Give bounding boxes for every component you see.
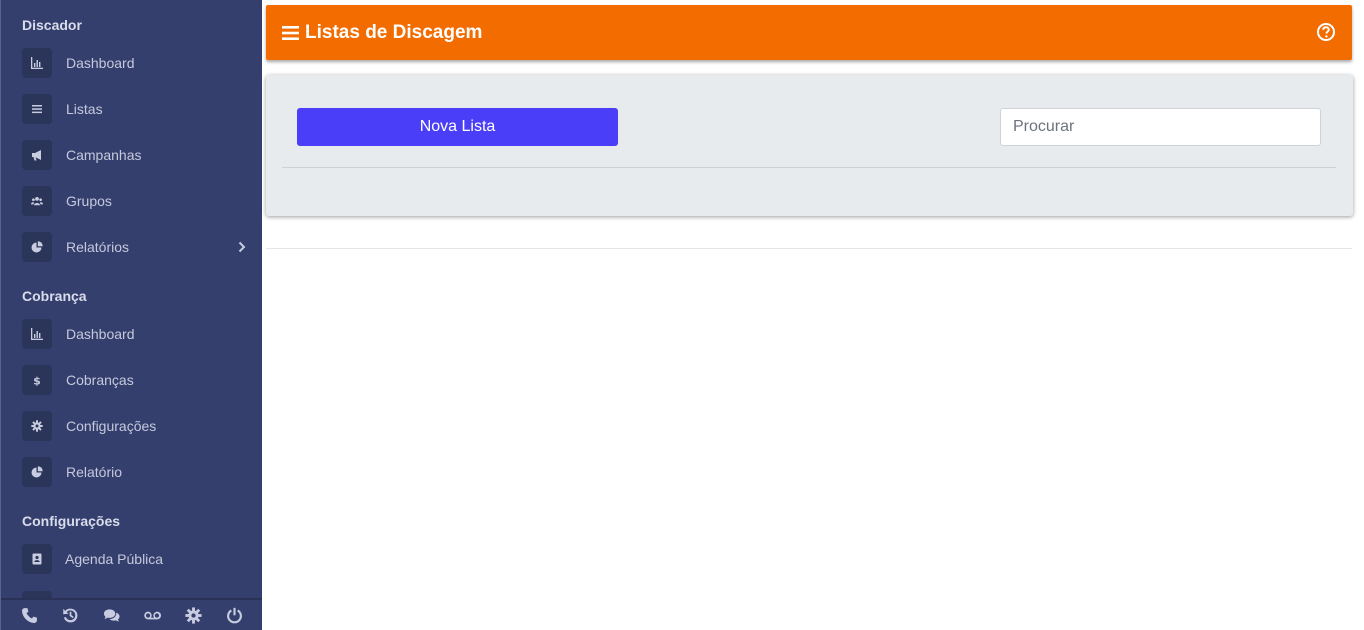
sidebar-item-configuracoes[interactable]: Configurações bbox=[22, 410, 258, 442]
phone-icon[interactable] bbox=[20, 605, 40, 625]
sidebar-item-label: Listas bbox=[66, 101, 103, 117]
sidebar-item-label: Cobranças bbox=[66, 372, 134, 388]
search-input[interactable] bbox=[1000, 108, 1321, 146]
chart-bar-icon bbox=[22, 48, 52, 78]
sidebar-item-cobrancas[interactable]: $ Cobranças bbox=[22, 364, 258, 396]
sidebar-item-relatorio[interactable]: Relatório bbox=[22, 456, 258, 488]
section-title-configuracoes: Configurações bbox=[22, 513, 121, 529]
lists-panel: Nova Lista bbox=[266, 75, 1353, 216]
sidebar-item-campanhas[interactable]: Campanhas bbox=[22, 139, 258, 171]
sidebar-item-discador-dashboard[interactable]: Dashboard bbox=[22, 47, 258, 79]
content-divider bbox=[266, 248, 1352, 249]
sidebar-item-relatorios[interactable]: Relatórios bbox=[22, 231, 258, 263]
sidebar-item-label: Dashboard bbox=[66, 326, 135, 342]
svg-text:$: $ bbox=[33, 375, 41, 387]
sidebar: Discador Dashboard Listas Campanhas Grup… bbox=[0, 0, 262, 630]
list-icon bbox=[22, 94, 52, 124]
bottom-toolbar bbox=[1, 598, 262, 630]
gear-icon[interactable] bbox=[184, 605, 204, 625]
sidebar-item-agenda-publica[interactable]: Agenda Pública bbox=[22, 543, 258, 575]
sidebar-item-label: Configurações bbox=[66, 418, 157, 434]
dollar-icon: $ bbox=[22, 365, 52, 395]
chat-icon[interactable] bbox=[102, 605, 122, 625]
users-icon bbox=[22, 186, 52, 216]
section-title-cobranca: Cobrança bbox=[22, 288, 87, 304]
power-icon[interactable] bbox=[225, 605, 245, 625]
sidebar-item-label: Relatórios bbox=[66, 239, 130, 255]
panel-divider bbox=[282, 167, 1336, 168]
gear-icon bbox=[22, 411, 52, 441]
chevron-right-icon[interactable] bbox=[237, 240, 247, 254]
section-title-discador: Discador bbox=[22, 17, 82, 33]
sidebar-item-label: Grupos bbox=[66, 193, 112, 209]
sidebar-item-grupos[interactable]: Grupos bbox=[22, 185, 258, 217]
sidebar-item-listas[interactable]: Listas bbox=[22, 93, 258, 125]
page-header: Listas de Discagem bbox=[266, 5, 1352, 60]
megaphone-icon bbox=[22, 140, 52, 170]
hamburger-icon bbox=[282, 25, 299, 40]
voicemail-icon[interactable] bbox=[143, 605, 163, 625]
sidebar-item-label: Relatório bbox=[66, 464, 123, 480]
new-list-button[interactable]: Nova Lista bbox=[297, 108, 618, 146]
history-icon[interactable] bbox=[61, 605, 81, 625]
sidebar-item-label: Dashboard bbox=[66, 55, 135, 71]
question-circle-icon[interactable] bbox=[1316, 22, 1336, 42]
sidebar-item-label: Agenda Pública bbox=[65, 551, 164, 567]
address-book-icon bbox=[22, 544, 52, 574]
sidebar-item-label: Campanhas bbox=[66, 147, 142, 163]
pie-chart-icon bbox=[22, 457, 52, 487]
page-title: Listas de Discagem bbox=[305, 21, 483, 43]
pie-chart-icon bbox=[22, 232, 52, 262]
chart-bar-icon bbox=[22, 319, 52, 349]
sidebar-item-cobranca-dashboard[interactable]: Dashboard bbox=[22, 318, 258, 350]
